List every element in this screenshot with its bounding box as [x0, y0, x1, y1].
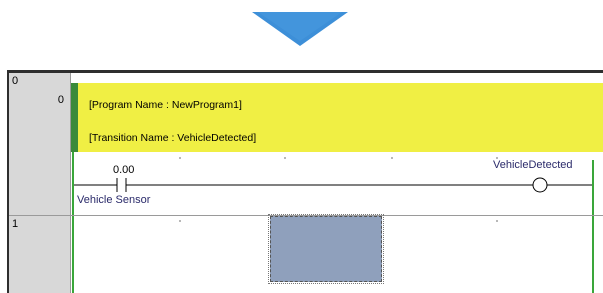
- right-power-rail: [592, 216, 594, 293]
- selection-cursor[interactable]: [268, 214, 384, 284]
- down-arrow-icon: [252, 12, 348, 46]
- left-power-rail: [72, 216, 74, 293]
- normally-open-contact[interactable]: [115, 176, 129, 194]
- rung-number: 0: [12, 75, 19, 87]
- rung-number: 1: [12, 218, 19, 230]
- grid-dot: [496, 220, 498, 222]
- output-coil[interactable]: [531, 176, 549, 194]
- grid-dot: [179, 220, 181, 222]
- editor-top-border: [7, 70, 603, 73]
- rung-number-cell[interactable]: 1: [9, 216, 71, 293]
- contact-address: 0.00: [113, 164, 135, 176]
- rung-number-cell[interactable]: 0 0: [9, 73, 71, 215]
- rung-comment[interactable]: [Program Name : NewProgram1] [Transition…: [71, 83, 603, 152]
- program-name-comment: [Program Name : NewProgram1]: [89, 99, 242, 111]
- coil-label: VehicleDetected: [493, 159, 573, 171]
- step-number: 0: [57, 94, 64, 106]
- comment-marker: [71, 83, 78, 152]
- ladder-rung-0[interactable]: 0.00 Vehicle Sensor VehicleDetected: [71, 152, 603, 215]
- transition-name-comment: [Transition Name : VehicleDetected]: [89, 132, 257, 144]
- contact-label: Vehicle Sensor: [77, 194, 151, 206]
